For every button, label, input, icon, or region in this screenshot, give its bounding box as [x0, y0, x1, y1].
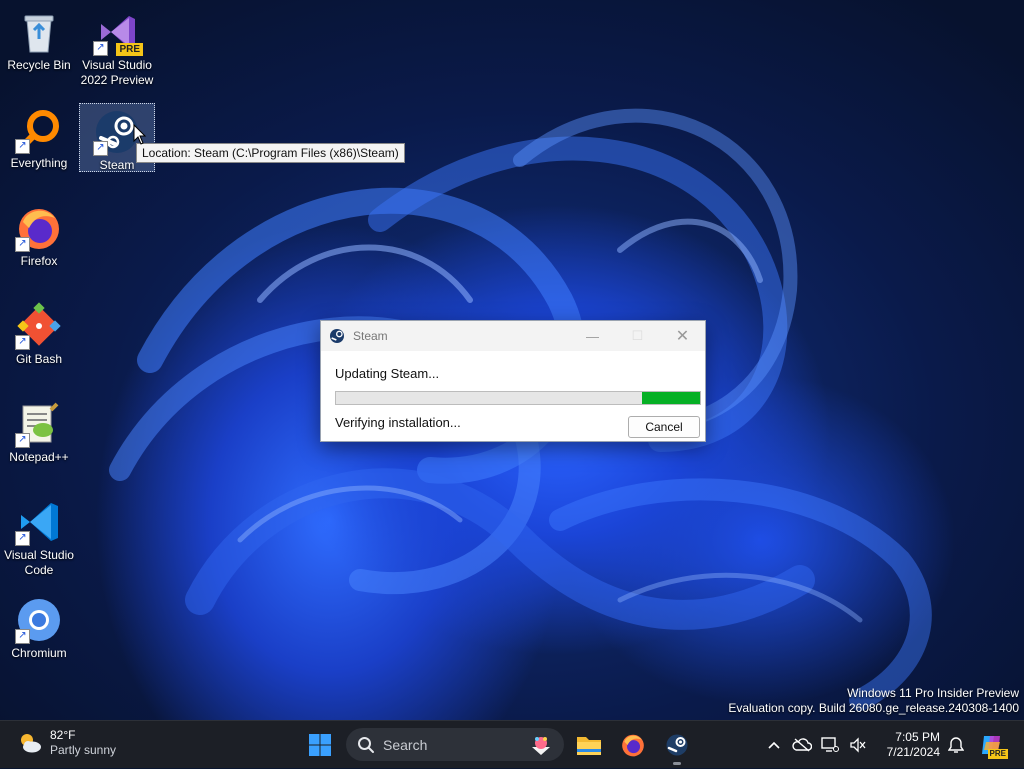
update-substatus-text: Verifying installation...	[335, 415, 461, 430]
copilot-button[interactable]: PRE	[976, 729, 1008, 761]
search-highlight-icon	[532, 736, 550, 755]
windows-watermark: Windows 11 Pro Insider Preview Evaluatio…	[728, 686, 1019, 716]
clock-date: 7/21/2024	[886, 745, 940, 759]
copilot-pre-badge: PRE	[987, 749, 1008, 759]
steam-update-dialog: Steam — ☐ ✕ Updating Steam... Verifying …	[320, 320, 706, 442]
minimize-button[interactable]: —	[570, 321, 615, 351]
desktop-icon-recycle-bin[interactable]: Recycle Bin	[1, 4, 77, 73]
bell-icon	[948, 737, 964, 753]
weather-temperature: 82°F	[50, 728, 76, 742]
dialog-titlebar[interactable]: Steam — ☐ ✕	[321, 321, 705, 351]
pre-badge: PRE	[116, 43, 143, 56]
desktop-icon-git-bash[interactable]: ↗ Git Bash	[1, 298, 77, 367]
taskbar-steam[interactable]	[661, 729, 693, 765]
close-button[interactable]: ✕	[660, 321, 705, 351]
recycle-bin-icon	[15, 8, 63, 56]
cancel-button[interactable]: Cancel	[628, 416, 700, 438]
desktop-icon-label: Chromium	[11, 646, 67, 660]
steam-icon	[330, 329, 344, 343]
visual-studio-icon: PRE ↗	[93, 8, 143, 56]
desktop: Recycle Bin PRE ↗ Visual Studio 2022 Pre…	[0, 0, 1024, 720]
desktop-icon-notepad-plus-plus[interactable]: ↗ Notepad++	[1, 396, 77, 465]
steam-icon	[666, 734, 688, 756]
shortcut-arrow-icon: ↗	[15, 531, 30, 546]
shortcut-arrow-icon: ↗	[93, 41, 108, 56]
partly-sunny-icon	[21, 734, 41, 753]
shortcut-arrow-icon: ↗	[15, 629, 30, 644]
everything-search-icon: ↗	[15, 106, 63, 154]
windows-logo-icon	[309, 734, 331, 756]
weather-description: Partly sunny	[50, 743, 117, 757]
network-icon	[821, 737, 839, 752]
onedrive-offline-icon	[792, 738, 812, 752]
desktop-icon-label: Visual Studio 2022 Preview	[80, 58, 154, 87]
taskbar-firefox[interactable]	[617, 729, 649, 761]
shortcut-arrow-icon: ↗	[15, 139, 30, 154]
dialog-title: Steam	[353, 329, 388, 343]
watermark-line-2: Evaluation copy. Build 26080.ge_release.…	[728, 701, 1019, 715]
shortcut-arrow-icon: ↗	[15, 433, 30, 448]
system-tray	[760, 721, 872, 769]
desktop-icon-visual-studio-code[interactable]: ↗ Visual Studio Code	[1, 494, 77, 578]
taskbar-search-box[interactable]: Search	[346, 728, 564, 761]
desktop-icon-label: Visual Studio Code	[4, 548, 74, 577]
desktop-icon-visual-studio-2022-preview[interactable]: PRE ↗ Visual Studio 2022 Preview	[79, 4, 155, 88]
close-icon: ✕	[675, 328, 690, 345]
notifications-button[interactable]	[940, 729, 972, 761]
desktop-icon-label: Recycle Bin	[7, 58, 71, 72]
onedrive-tray-button[interactable]	[788, 738, 816, 752]
notepad-plus-plus-icon: ↗	[15, 400, 63, 448]
running-indicator	[673, 762, 681, 765]
git-bash-icon: ↗	[15, 302, 63, 350]
desktop-icon-label: Git Bash	[15, 352, 63, 366]
minimize-icon: —	[586, 328, 599, 344]
volume-tray-button[interactable]	[844, 737, 872, 753]
chevron-up-icon	[768, 741, 780, 749]
steam-location-tooltip: Location: Steam (C:\Program Files (x86)\…	[136, 143, 405, 163]
update-progress-bar	[335, 391, 701, 405]
mouse-cursor-icon	[133, 124, 147, 145]
shortcut-arrow-icon: ↗	[93, 141, 108, 156]
desktop-icon-everything[interactable]: ↗ Everything	[1, 102, 77, 171]
weather-widget[interactable]: 82°F Partly sunny	[16, 728, 116, 758]
file-explorer-icon	[577, 737, 601, 755]
taskbar-clock[interactable]: 7:05 PM 7/21/2024	[876, 730, 940, 760]
maximize-icon: ☐	[631, 328, 644, 343]
firefox-icon: ↗	[15, 204, 63, 252]
start-button[interactable]	[304, 729, 336, 761]
desktop-icon-firefox[interactable]: ↗ Firefox	[1, 200, 77, 269]
desktop-icon-label: Everything	[10, 156, 68, 170]
taskbar: 82°F Partly sunny Search 7:05 PM 7/21/20…	[0, 720, 1024, 768]
clock-time: 7:05 PM	[895, 730, 940, 744]
maximize-button[interactable]: ☐	[615, 321, 660, 351]
desktop-icon-chromium[interactable]: ↗ Chromium	[1, 592, 77, 661]
update-status-text: Updating Steam...	[335, 366, 440, 381]
vscode-icon: ↗	[15, 498, 63, 546]
shortcut-arrow-icon: ↗	[15, 335, 30, 350]
desktop-icon-label: Firefox	[20, 254, 58, 268]
show-hidden-icons-button[interactable]	[760, 740, 788, 750]
firefox-icon	[622, 734, 644, 757]
desktop-icon-label: Notepad++	[9, 450, 69, 464]
taskbar-file-explorer[interactable]	[573, 729, 605, 761]
progress-fill	[642, 392, 700, 404]
shortcut-arrow-icon: ↗	[15, 237, 30, 252]
search-icon	[358, 736, 374, 753]
network-tray-button[interactable]	[816, 737, 844, 753]
volume-muted-icon	[850, 737, 866, 753]
watermark-line-1: Windows 11 Pro Insider Preview	[847, 686, 1019, 700]
chromium-icon: ↗	[15, 596, 63, 644]
search-label: Search	[383, 736, 428, 753]
